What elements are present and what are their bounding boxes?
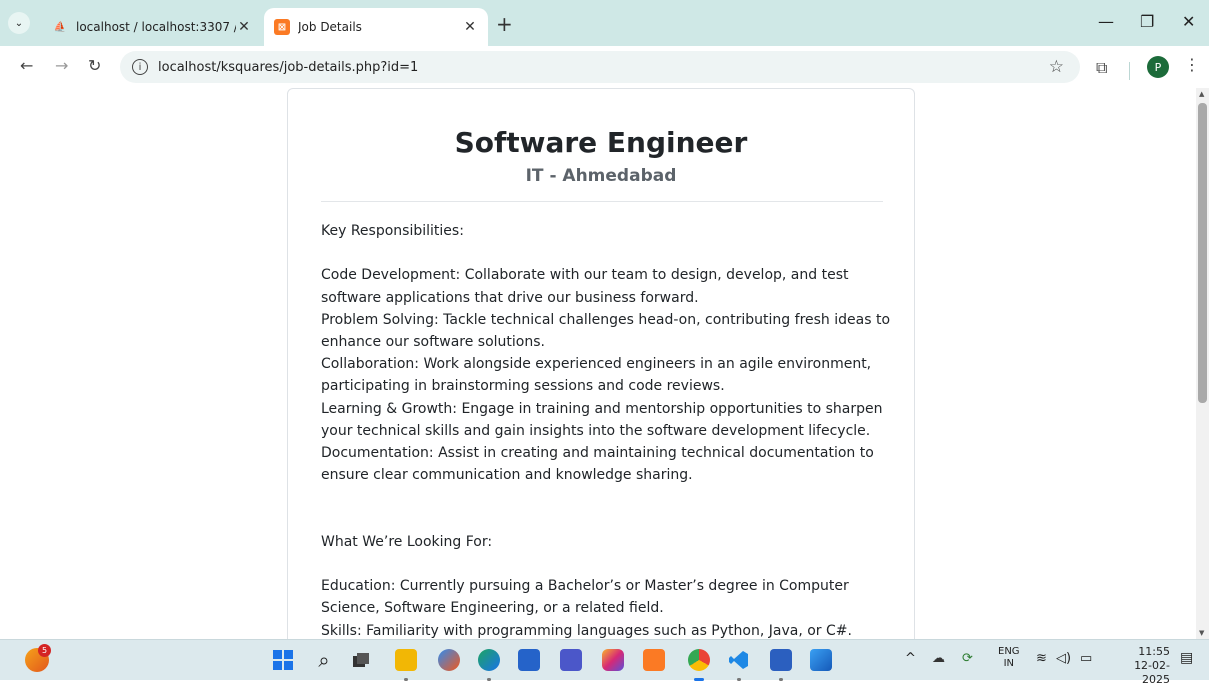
close-tab-icon[interactable]: ✕ (462, 19, 478, 35)
reload-button[interactable]: ↻ (88, 56, 101, 75)
notification-center-icon[interactable]: ▤ (1180, 650, 1193, 666)
tab-title: Job Details (298, 20, 362, 34)
weather-widget-icon[interactable]: 5 (25, 644, 51, 672)
system-clock[interactable]: 11:55 12-02-2025 (1114, 645, 1170, 687)
scrollbar-thumb[interactable] (1198, 103, 1207, 403)
restore-button[interactable]: ❐ (1140, 12, 1154, 31)
language-indicator[interactable]: ENG IN (998, 646, 1020, 670)
tab-search-menu-button[interactable]: ⌄ (8, 12, 30, 34)
notification-badge: 5 (38, 644, 51, 657)
site-info-icon[interactable]: i (132, 59, 148, 75)
back-button[interactable]: ← (20, 56, 33, 75)
vscode-icon[interactable] (728, 649, 750, 681)
page-viewport: Software Engineer IT - Ahmedabad Key Res… (0, 88, 1196, 639)
task-view-icon[interactable] (350, 649, 372, 671)
bookmark-star-icon[interactable]: ☆ (1049, 57, 1064, 77)
windows-taskbar: 5 ⌕ ^ ☁ ⟳ ENG IN ≋ ◁) ▭ 11:55 12-02-2025… (0, 639, 1209, 686)
address-bar[interactable]: i localhost/ksquares/job-details.php?id=… (120, 51, 1080, 83)
close-tab-icon[interactable]: ✕ (236, 19, 252, 35)
tab-title: localhost / localhost:3307 / ksq (76, 20, 236, 34)
tray-overflow-chevron-icon[interactable]: ^ (905, 651, 916, 666)
instagram-icon[interactable] (602, 649, 624, 671)
language-code: ENG (998, 646, 1020, 657)
profile-avatar[interactable]: P (1147, 56, 1169, 78)
visual-studio-icon[interactable] (560, 649, 582, 671)
job-department-location: IT - Ahmedabad (525, 166, 677, 186)
browser-menu-icon[interactable]: ⋮ (1184, 55, 1200, 74)
title-divider (321, 201, 883, 202)
word-icon[interactable] (770, 649, 792, 681)
tab-job-details[interactable]: ⊠ Job Details ✕ (264, 8, 488, 46)
store-icon[interactable] (518, 649, 540, 671)
toolbar-divider (1129, 62, 1130, 80)
forward-button[interactable]: → (55, 56, 68, 75)
meet-now-icon[interactable]: ⟳ (962, 651, 973, 666)
job-title: Software Engineer (454, 126, 748, 159)
xampp-icon[interactable] (643, 649, 665, 671)
tab-strip: ⌄ ⛵ localhost / localhost:3307 / ksq ✕ ⊠… (0, 0, 1209, 46)
tab-phpmyadmin[interactable]: ⛵ localhost / localhost:3307 / ksq ✕ (42, 8, 262, 46)
scroll-up-arrow-icon[interactable]: ▲ (1199, 90, 1204, 98)
network-cloud-icon[interactable]: ☁ (932, 651, 945, 666)
clock-date: 12-02-2025 (1134, 659, 1170, 686)
clock-time: 11:55 (1138, 645, 1170, 658)
wifi-icon[interactable]: ≋ (1036, 651, 1047, 666)
extensions-icon[interactable]: ⧉ (1096, 58, 1107, 78)
job-details-card: Software Engineer IT - Ahmedabad Key Res… (287, 88, 915, 639)
region-code: IN (1003, 658, 1014, 669)
url-text[interactable]: localhost/ksquares/job-details.php?id=1 (158, 60, 418, 75)
file-explorer-icon[interactable] (395, 649, 417, 681)
browser-toolbar: ← → ↻ i localhost/ksquares/job-details.p… (0, 46, 1209, 88)
phpmyadmin-icon: ⛵ (53, 21, 67, 33)
copilot-icon[interactable] (438, 649, 460, 671)
close-window-button[interactable]: ✕ (1182, 12, 1195, 31)
windows-start-icon[interactable] (272, 649, 294, 671)
edge-icon[interactable] (478, 649, 500, 681)
chrome-icon[interactable] (688, 649, 710, 681)
search-icon[interactable]: ⌕ (313, 648, 335, 672)
battery-icon[interactable]: ▭ (1080, 651, 1092, 666)
photos-icon[interactable] (810, 649, 832, 671)
page-scrollbar[interactable]: ▲ ▼ (1196, 88, 1209, 639)
minimize-button[interactable]: — (1098, 12, 1114, 31)
xampp-icon: ⊠ (274, 19, 290, 35)
scroll-down-arrow-icon[interactable]: ▼ (1199, 629, 1204, 637)
volume-icon[interactable]: ◁) (1056, 651, 1071, 666)
new-tab-button[interactable]: + (496, 14, 513, 34)
job-description: Key Responsibilities: Code Development: … (321, 223, 891, 639)
